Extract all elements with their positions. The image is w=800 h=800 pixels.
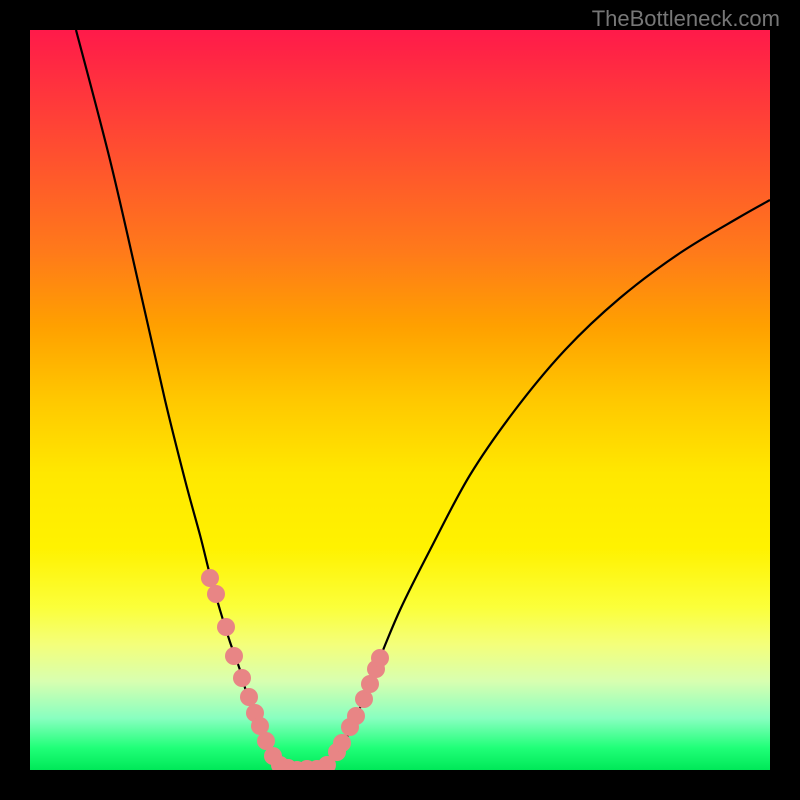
watermark-text: TheBottleneck.com: [592, 6, 780, 32]
curve-group: [76, 30, 770, 770]
data-marker: [201, 569, 219, 587]
data-marker: [240, 688, 258, 706]
data-marker: [225, 647, 243, 665]
chart-frame: TheBottleneck.com: [0, 0, 800, 800]
data-marker: [347, 707, 365, 725]
data-marker: [217, 618, 235, 636]
right-curve: [330, 200, 770, 766]
data-marker: [333, 734, 351, 752]
right-cluster-markers: [308, 649, 389, 770]
data-marker: [207, 585, 225, 603]
data-marker: [233, 669, 251, 687]
left-cluster-markers: [201, 569, 316, 770]
chart-svg: [30, 30, 770, 770]
data-marker: [371, 649, 389, 667]
left-curve: [76, 30, 277, 766]
